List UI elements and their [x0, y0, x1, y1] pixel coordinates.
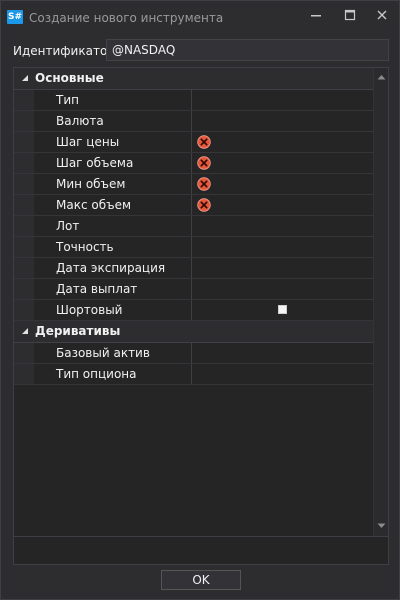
scroll-up-arrow-icon[interactable]	[377, 74, 386, 80]
minimize-button[interactable]	[299, 1, 333, 29]
property-value-cell[interactable]	[193, 237, 373, 257]
property-label: Валюта	[56, 114, 104, 128]
close-icon	[377, 10, 387, 20]
property-name-cell: Тип	[14, 90, 192, 110]
dialog-window: S# Создание нового инструмента Идентифик…	[0, 0, 400, 600]
property-label: Лот	[56, 219, 80, 233]
property-label: Шортовый	[56, 303, 123, 317]
description-panel	[13, 537, 389, 565]
vertical-scrollbar[interactable]	[373, 68, 388, 536]
error-icon	[197, 177, 211, 191]
property-grid: Основные Тип Валюта Шаг цены Шаг объема Мин о…	[13, 67, 389, 537]
property-row[interactable]: Точность	[14, 237, 373, 258]
property-value-cell[interactable]	[193, 258, 373, 278]
property-value-cell[interactable]	[193, 195, 373, 215]
category-header[interactable]: Деривативы	[14, 321, 373, 343]
checkbox[interactable]	[278, 305, 287, 314]
property-label: Дата выплат	[56, 282, 138, 296]
ok-button[interactable]: OK	[161, 570, 241, 590]
minimize-icon	[311, 15, 321, 17]
error-icon	[197, 135, 211, 149]
property-row[interactable]: Тип	[14, 90, 373, 111]
property-name-cell: Мин объем	[14, 174, 192, 194]
close-button[interactable]	[365, 1, 399, 29]
property-row[interactable]: Лот	[14, 216, 373, 237]
property-label: Тип	[56, 93, 79, 107]
property-name-cell: Валюта	[14, 111, 192, 131]
maximize-button[interactable]	[333, 1, 367, 29]
property-name-cell: Дата выплат	[14, 279, 192, 299]
property-label: Шаг объема	[56, 156, 134, 170]
property-row[interactable]: Базовый актив	[14, 343, 373, 364]
maximize-icon	[344, 9, 356, 21]
error-icon	[197, 198, 211, 212]
category-header[interactable]: Основные	[14, 68, 373, 90]
property-value-cell[interactable]	[193, 216, 373, 236]
property-label: Точность	[56, 240, 114, 254]
property-row[interactable]: Шаг цены	[14, 132, 373, 153]
property-row[interactable]: Мин объем	[14, 174, 373, 195]
property-name-cell: Шаг объема	[14, 153, 192, 173]
property-label: Дата экспирация	[56, 261, 166, 275]
category-label: Основные	[35, 71, 104, 85]
title-bar[interactable]: S# Создание нового инструмента	[1, 1, 399, 33]
property-value-cell[interactable]	[193, 153, 373, 173]
scroll-down-arrow-icon[interactable]	[377, 523, 386, 529]
category-label: Деривативы	[35, 324, 121, 338]
property-name-cell: Базовый актив	[14, 343, 192, 363]
app-logo-icon: S#	[7, 10, 23, 24]
property-value-cell[interactable]	[193, 279, 373, 299]
property-name-cell: Шортовый	[14, 300, 192, 320]
property-row[interactable]: Дата экспирация	[14, 258, 373, 279]
property-value-cell[interactable]	[193, 364, 373, 384]
window-title: Создание нового инструмента	[29, 11, 224, 25]
property-name-cell: Тип опциона	[14, 364, 192, 384]
error-icon	[197, 156, 211, 170]
property-row[interactable]: Шаг объема	[14, 153, 373, 174]
property-label: Базовый актив	[56, 346, 150, 360]
property-label: Мин объем	[56, 177, 126, 191]
property-label: Тип опциона	[56, 367, 137, 381]
property-value-cell[interactable]	[193, 111, 373, 131]
property-name-cell: Точность	[14, 237, 192, 257]
property-value-cell[interactable]	[193, 132, 373, 152]
property-name-cell: Дата экспирация	[14, 258, 192, 278]
property-row[interactable]: Дата выплат	[14, 279, 373, 300]
property-grid-rows: Основные Тип Валюта Шаг цены Шаг объема Мин о…	[14, 68, 373, 385]
identifier-input[interactable]	[106, 39, 389, 61]
property-label: Макс объем	[56, 198, 132, 212]
property-row[interactable]: Макс объем	[14, 195, 373, 216]
property-value-cell[interactable]	[193, 174, 373, 194]
property-row[interactable]: Шортовый	[14, 300, 373, 321]
property-value-cell[interactable]	[193, 343, 373, 363]
property-label: Шаг цены	[56, 135, 120, 149]
property-row[interactable]: Валюта	[14, 111, 373, 132]
property-value-cell[interactable]	[193, 300, 373, 320]
property-value-cell[interactable]	[193, 90, 373, 110]
property-row[interactable]: Тип опциона	[14, 364, 373, 385]
property-name-cell: Макс объем	[14, 195, 192, 215]
property-name-cell: Лот	[14, 216, 192, 236]
collapse-triangle-icon[interactable]	[21, 74, 29, 82]
property-name-cell: Шаг цены	[14, 132, 192, 152]
identifier-label: Идентификатор:	[13, 44, 119, 58]
collapse-triangle-icon[interactable]	[21, 327, 29, 335]
